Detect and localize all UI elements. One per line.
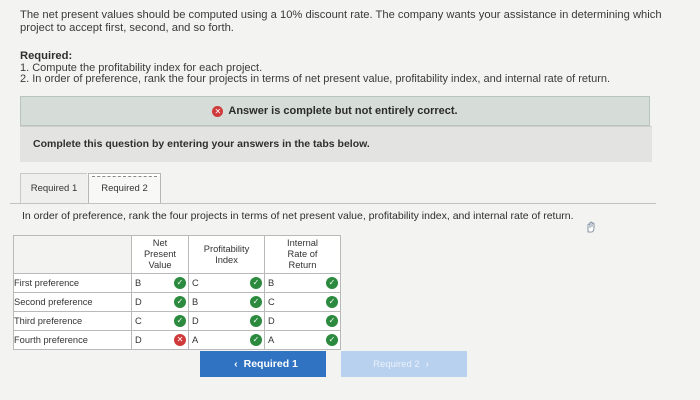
checkmark-circle-icon: ✓ [250, 296, 262, 308]
rank-cell-wrap: B ✓ [189, 293, 264, 311]
rank-cell-wrap: D ✕ [132, 331, 188, 349]
checkmark-circle-icon: ✓ [326, 334, 338, 346]
header-irr-line: Internal [286, 238, 318, 248]
checkmark-circle-icon: ✓ [174, 277, 186, 289]
tab-required-1-label: Required 1 [30, 183, 78, 194]
rank-value: A [192, 335, 199, 345]
rank-cell-npv[interactable]: B ✓ [131, 273, 189, 293]
rank-value: D [135, 297, 142, 307]
checkmark-circle-icon: ✓ [326, 315, 338, 327]
table-row: First preference B ✓ C ✓ B ✓ [13, 273, 341, 293]
intro-line-2: project to accept first, second, and so … [20, 22, 234, 34]
checkmark-circle-icon: ✓ [326, 277, 338, 289]
header-npv: Net Present Value [131, 235, 189, 274]
rank-cell-npv[interactable]: D ✕ [131, 330, 189, 350]
rank-cell-wrap: B ✓ [265, 274, 340, 292]
table-body: First preference B ✓ C ✓ B ✓ Second preference D… [13, 273, 341, 350]
rank-cell-pi[interactable]: C ✓ [188, 273, 265, 293]
rank-value: B [192, 297, 199, 307]
header-npv-line: Value [148, 260, 172, 270]
row-label: Fourth preference [13, 330, 132, 350]
header-npv-line: Net [152, 238, 168, 248]
rank-value: A [268, 335, 275, 345]
rank-cell-wrap: A ✓ [265, 331, 340, 349]
previous-button-label: Required 1 [243, 358, 298, 370]
rank-cell-irr[interactable]: B ✓ [264, 273, 341, 293]
header-pi-line: Index [215, 254, 238, 265]
rank-cell-wrap: C ✓ [132, 312, 188, 330]
rank-value: C [192, 278, 199, 288]
header-npv-line: Present [143, 249, 177, 259]
header-irr: Internal Rate of Return [264, 235, 341, 274]
row-label: Second preference [13, 292, 132, 312]
rank-value: D [192, 316, 199, 326]
rank-cell-pi[interactable]: B ✓ [188, 292, 265, 312]
rank-cell-npv[interactable]: C ✓ [131, 311, 189, 331]
rank-cell-pi[interactable]: A ✓ [188, 330, 265, 350]
header-irr-line: Rate of [287, 249, 318, 259]
rank-value: B [135, 278, 142, 288]
tab-required-2[interactable]: Required 2 [88, 173, 161, 203]
rank-cell-wrap: D ✓ [132, 293, 188, 311]
rank-cell-pi[interactable]: D ✓ [188, 311, 265, 331]
rank-cell-wrap: C ✓ [265, 293, 340, 311]
header-pi-line: Profitability [203, 243, 250, 254]
required-heading: Required: [20, 50, 73, 62]
next-button-label: Required 2 [373, 358, 420, 370]
rank-cell-wrap: D ✓ [189, 312, 264, 330]
checkmark-circle-icon: ✓ [326, 296, 338, 308]
question-text: In order of preference, rank the four pr… [22, 210, 574, 222]
ranking-table: Net Present Value Profitability Index In… [13, 235, 341, 350]
x-circle-icon: ✕ [174, 334, 186, 346]
table-header-row: Net Present Value Profitability Index In… [13, 235, 341, 274]
instruction-text: Complete this question by entering your … [33, 138, 370, 150]
tab-required-2-label: Required 2 [101, 183, 148, 194]
rank-cell-irr[interactable]: C ✓ [264, 292, 341, 312]
row-label: Third preference [13, 311, 132, 331]
required-item-2: 2. In order of preference, rank the four… [20, 73, 611, 85]
table-row: Second preference D ✓ B ✓ C ✓ [13, 292, 341, 312]
table-row: Third preference C ✓ D ✓ D ✓ [13, 311, 341, 331]
x-circle-icon: ✕ [212, 105, 224, 117]
answer-status-text: Answer is complete but not entirely corr… [228, 105, 458, 117]
tab-required-1[interactable]: Required 1 [20, 173, 87, 203]
table-row: Fourth preference D ✕ A ✓ A ✓ [13, 330, 341, 350]
header-irr-line: Return [288, 260, 317, 270]
answer-status-banner: ✕ Answer is complete but not entirely co… [20, 96, 650, 126]
instruction-box: Complete this question by entering your … [20, 126, 652, 162]
checkmark-circle-icon: ✓ [250, 277, 262, 289]
rank-value: C [135, 316, 142, 326]
mouse-cursor-icon [587, 221, 595, 233]
rank-cell-wrap: B ✓ [132, 274, 188, 292]
chevron-right-icon: › [425, 358, 429, 370]
table-corner [13, 235, 132, 274]
next-button[interactable]: Required 2 › [341, 351, 467, 377]
header-profitability-index: Profitability Index [188, 235, 265, 274]
rank-cell-irr[interactable]: D ✓ [264, 311, 341, 331]
rank-cell-wrap: A ✓ [189, 331, 264, 349]
rank-cell-wrap: C ✓ [189, 274, 264, 292]
previous-button[interactable]: ‹ Required 1 [200, 351, 326, 377]
row-label: First preference [13, 273, 132, 293]
rank-value: B [268, 278, 275, 288]
rank-cell-irr[interactable]: A ✓ [264, 330, 341, 350]
intro-text: The net present values should be compute… [20, 9, 700, 35]
rank-value: C [268, 297, 275, 307]
rank-value: D [135, 335, 142, 345]
checkmark-circle-icon: ✓ [250, 315, 262, 327]
intro-line-1: The net present values should be compute… [20, 9, 662, 21]
chevron-left-icon: ‹ [234, 358, 238, 370]
rank-value: D [268, 316, 275, 326]
rank-cell-npv[interactable]: D ✓ [131, 292, 189, 312]
active-tab-focus-outline [92, 176, 157, 177]
checkmark-circle-icon: ✓ [174, 315, 186, 327]
checkmark-circle-icon: ✓ [250, 334, 262, 346]
checkmark-circle-icon: ✓ [174, 296, 186, 308]
rank-cell-wrap: D ✓ [265, 312, 340, 330]
